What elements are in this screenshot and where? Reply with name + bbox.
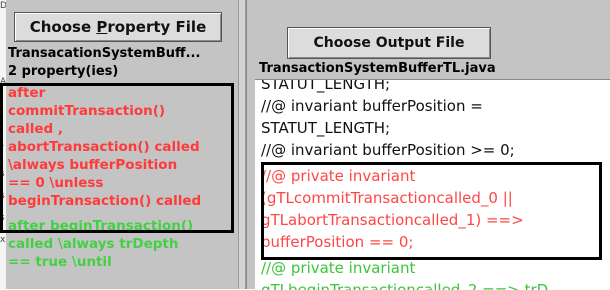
choose-property-file-button[interactable]: Choose Property File [14, 12, 222, 42]
property-line: == 0 \unless [8, 175, 104, 191]
choose-property-file-label: Choose Property File [29, 18, 207, 36]
edge-glyph: s [0, 191, 5, 201]
code-line: bufferPosition == 0; [261, 233, 414, 251]
code-line: //@ private invariant [261, 259, 416, 277]
property-line: == true \until [8, 254, 112, 270]
property-list[interactable]: after commitTransaction() called , abort… [6, 83, 231, 289]
property-line: called \always trDepth [8, 236, 179, 252]
property-line: commitTransaction() [8, 103, 166, 119]
property-line: \always bufferPosition [8, 157, 178, 173]
edge-glyph: s [0, 213, 5, 223]
property-line: after beginTransaction() [8, 218, 194, 234]
code-line: //@ private invariant [261, 167, 416, 185]
edge-glyph: s [0, 169, 5, 179]
choose-output-file-label: Choose Output File [313, 35, 465, 51]
property-count: 2 property(ies) [8, 64, 119, 79]
output-file-name: TransactionSystemBufferTL.java [259, 61, 496, 76]
property-line: called , [8, 121, 64, 137]
property-file-name: TransacationSystemBuff... [8, 46, 201, 61]
code-line: STATUT_LENGTH; [261, 119, 391, 137]
property-line: after [8, 85, 46, 101]
property-line: beginTransaction() called [8, 193, 202, 209]
edge-glyph: x [0, 235, 6, 245]
code-line: gTLabortTransactioncalled_1) ==> [261, 211, 524, 229]
code-line: (gTLcommitTransactioncalled_0 || [261, 189, 513, 207]
code-line: //@ invariant bufferPosition >= 0; [261, 141, 515, 159]
property-line: abortTransaction() called [8, 139, 200, 155]
choose-output-file-button[interactable]: Choose Output File [287, 27, 491, 59]
code-line: //@ invariant bufferPosition = [261, 97, 483, 115]
output-code-view[interactable]: STATUT_LENGTH; //@ invariant bufferPosit… [255, 79, 610, 290]
edge-glyph: r [0, 143, 4, 153]
code-line: STATUT_LENGTH; [261, 79, 391, 93]
panel-splitter[interactable] [238, 0, 246, 289]
